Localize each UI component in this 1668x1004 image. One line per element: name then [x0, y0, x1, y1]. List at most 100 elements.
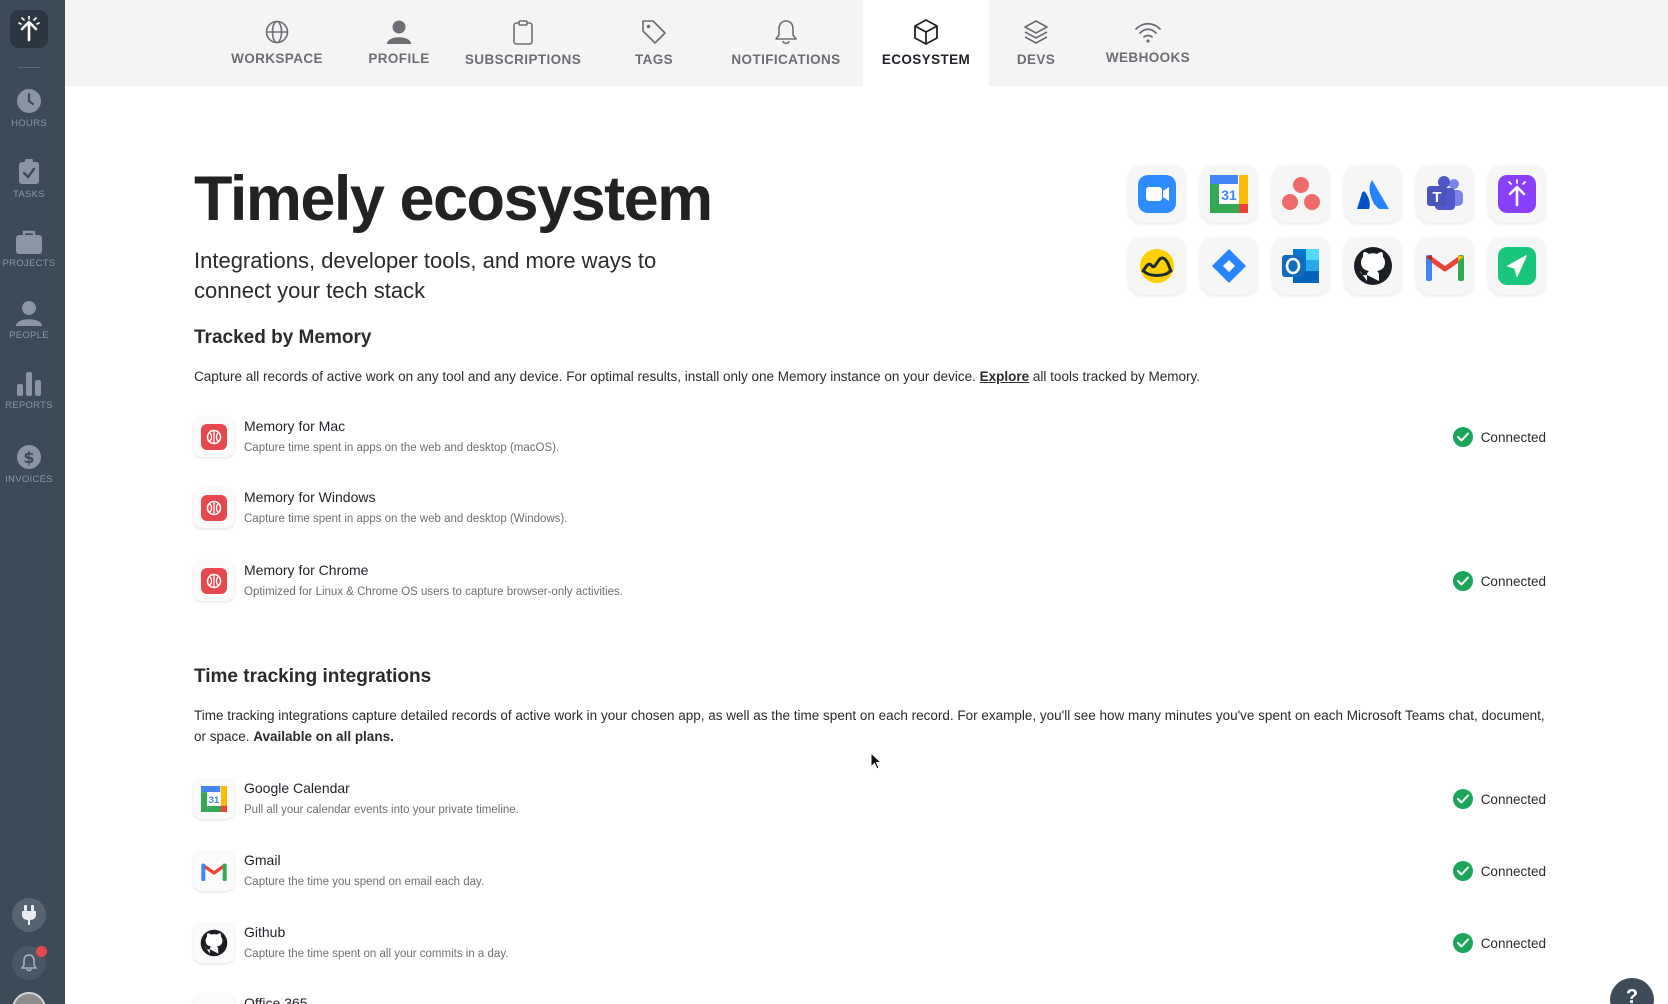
tab-profile[interactable]: PROFILE: [351, 0, 447, 86]
jira-icon: [1212, 249, 1246, 283]
brain-icon: [201, 424, 227, 450]
timely-tile[interactable]: [1488, 165, 1546, 223]
sidebar-item-hours[interactable]: HOURS: [0, 88, 58, 129]
status-label: Connected: [1480, 863, 1546, 879]
mouse-cursor-icon: [870, 752, 882, 770]
integration-logo-grid: 31 T: [1128, 165, 1548, 297]
notification-badge: [36, 946, 47, 957]
sidebar: HOURS TASKS PROJECTS PEOPLE REPORTS $ IN…: [0, 0, 65, 1004]
tab-notifications[interactable]: NOTIFICATIONS: [709, 0, 863, 86]
integrations-plug-button[interactable]: [12, 898, 46, 932]
desc-bold-text: Available on all plans.: [253, 729, 394, 744]
section-desc-integrations: Time tracking integrations capture detai…: [194, 705, 1554, 747]
memory-app-icon: [194, 561, 234, 601]
status-label: Connected: [1480, 791, 1546, 807]
item-name: Memory for Chrome: [244, 562, 369, 578]
list-item-office-365[interactable]: Office 365: [194, 994, 1546, 1004]
list-item-gmail[interactable]: Gmail Capture the time you spend on emai…: [194, 851, 1546, 897]
jira-tile[interactable]: [1200, 237, 1258, 295]
status-badge: Connected: [1452, 571, 1546, 591]
tab-devs[interactable]: DEVS: [989, 0, 1083, 86]
bell-icon: [775, 20, 797, 45]
item-name: Gmail: [244, 852, 281, 868]
item-description: Capture the time you spend on email each…: [244, 876, 485, 888]
send-arrow-icon: [1498, 247, 1536, 285]
google-calendar-icon: 31: [1210, 175, 1248, 213]
basecamp-tile[interactable]: [1128, 237, 1186, 295]
list-item-google-calendar[interactable]: 31 Google Calendar Pull all your calenda…: [194, 779, 1546, 825]
check-icon: [1452, 427, 1473, 447]
tab-tags[interactable]: TAGS: [599, 0, 709, 86]
plug-icon: [22, 905, 36, 925]
list-item-memory-chrome[interactable]: Memory for Chrome Optimized for Linux & …: [194, 561, 1546, 607]
help-button[interactable]: ?: [1610, 978, 1654, 1004]
list-item-memory-windows[interactable]: Memory for Windows Capture time spent in…: [194, 488, 1546, 534]
status-label: Connected: [1480, 935, 1546, 951]
github-icon: [1354, 247, 1392, 285]
item-name: Github: [244, 924, 286, 940]
gmail-tile[interactable]: [1416, 237, 1474, 295]
microsoft-teams-icon: T: [1427, 176, 1463, 210]
sidebar-item-reports[interactable]: REPORTS: [0, 372, 58, 411]
sidebar-item-label: PROJECTS: [2, 258, 56, 269]
explore-link[interactable]: Explore: [980, 369, 1030, 384]
svg-text:T: T: [1432, 189, 1441, 206]
gmail-icon: [201, 863, 227, 881]
item-name: Memory for Windows: [244, 489, 376, 505]
zoom-tile[interactable]: [1128, 165, 1186, 223]
person-icon: [387, 20, 411, 44]
item-name: Google Calendar: [244, 780, 350, 796]
tab-webhooks[interactable]: WEBHOOKS: [1083, 0, 1213, 86]
dollar-icon: $: [17, 445, 41, 469]
check-icon: [1452, 861, 1473, 881]
layers-icon: [1024, 20, 1048, 44]
google-calendar-tile[interactable]: 31: [1200, 165, 1258, 223]
asana-tile[interactable]: [1272, 165, 1330, 223]
microsoft-teams-tile[interactable]: T: [1416, 165, 1474, 223]
check-icon: [1452, 571, 1473, 591]
zoom-icon: [1138, 175, 1176, 213]
item-description: Pull all your calendar events into your …: [244, 804, 519, 816]
item-description: Capture time spent in apps on the web an…: [244, 442, 560, 454]
item-description: Capture time spent in apps on the web an…: [244, 513, 568, 525]
list-item-memory-mac[interactable]: Memory for Mac Capture time spent in app…: [194, 417, 1546, 463]
sidebar-item-tasks[interactable]: TASKS: [0, 159, 58, 200]
status-badge: Connected: [1452, 789, 1546, 809]
globe-icon: [265, 20, 289, 44]
sidebar-item-projects[interactable]: PROJECTS: [0, 230, 58, 269]
status-badge: Connected: [1452, 427, 1546, 447]
tag-icon: [642, 20, 666, 44]
tab-label: DEVS: [1016, 52, 1056, 67]
timely-logo[interactable]: [10, 10, 48, 48]
tab-subscriptions[interactable]: SUBSCRIPTIONS: [447, 0, 599, 86]
sidebar-item-people[interactable]: PEOPLE: [0, 300, 58, 341]
notifications-button[interactable]: [12, 946, 47, 980]
outlook-icon: [1282, 249, 1319, 283]
user-avatar[interactable]: [12, 992, 46, 1004]
list-item-github[interactable]: Github Capture the time spent on all you…: [194, 923, 1546, 969]
tab-label: SUBSCRIPTIONS: [464, 51, 582, 67]
tab-workspace[interactable]: WORKSPACE: [203, 0, 351, 86]
status-badge: Connected: [1452, 861, 1546, 881]
desc-text: all tools tracked by Memory.: [1029, 369, 1200, 384]
memory-app-icon: [194, 417, 234, 457]
section-title-integrations: Time tracking integrations: [194, 666, 432, 687]
timely-icon: [1498, 175, 1536, 213]
tab-ecosystem[interactable]: ECOSYSTEM: [863, 0, 989, 86]
memory-app-icon: [194, 488, 234, 528]
svg-text:31: 31: [1221, 187, 1237, 203]
clipboard-check-icon: [19, 159, 39, 184]
section-title-memory: Tracked by Memory: [194, 327, 372, 348]
item-description: Capture the time spent on all your commi…: [244, 948, 509, 960]
outlook-tile[interactable]: [1272, 237, 1330, 295]
status-label: Connected: [1480, 429, 1546, 445]
timely-logo-icon: [18, 16, 40, 42]
gmail-app-icon: [194, 851, 234, 891]
atlassian-tile[interactable]: [1344, 165, 1402, 223]
google-calendar-icon: 31: [201, 786, 227, 812]
sidebar-item-invoices[interactable]: $ INVOICES: [0, 444, 58, 485]
tab-label: WEBHOOKS: [1105, 50, 1191, 65]
github-tile[interactable]: [1344, 237, 1402, 295]
paymo-tile[interactable]: [1488, 237, 1546, 295]
clock-icon: [17, 89, 41, 113]
